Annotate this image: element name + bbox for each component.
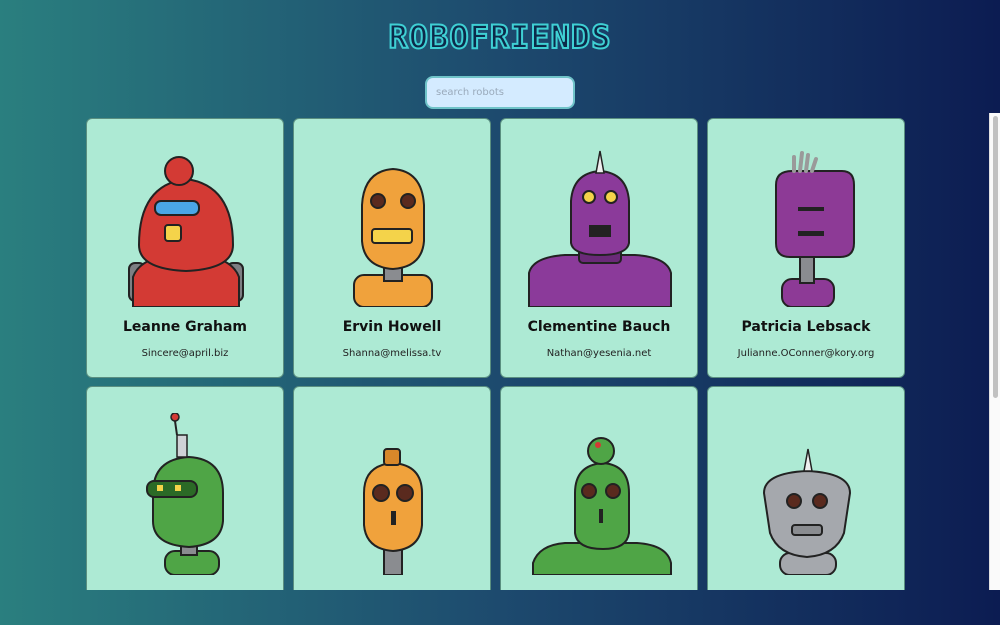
robot-card[interactable] [500, 386, 698, 590]
robot-avatar [146, 413, 224, 575]
robot-name: Leanne Graham [122, 319, 247, 335]
robot-card[interactable]: Patricia Lebsack Julianne.OConner@kory.o… [707, 118, 905, 378]
robot-card[interactable] [86, 386, 284, 590]
robot-email: Shanna@melissa.tv [342, 348, 442, 359]
robot-email: Sincere@april.biz [141, 348, 229, 359]
robot-email: Nathan@yesenia.net [546, 348, 652, 359]
robot-name: Ervin Howell [342, 319, 442, 335]
robot-card[interactable]: Leanne Graham Sincere@april.biz [86, 118, 284, 378]
robot-email: Julianne.OConner@kory.org [737, 348, 875, 359]
scrollbar[interactable] [989, 113, 1000, 590]
search-input[interactable] [425, 76, 575, 109]
robot-name: Clementine Bauch [527, 319, 671, 335]
robot-card[interactable]: Ervin Howell Shanna@melissa.tv [293, 118, 491, 378]
scrollbar-thumb[interactable] [993, 116, 998, 398]
robot-avatar [775, 151, 855, 307]
robot-avatar [528, 150, 672, 307]
robot-avatar [128, 156, 244, 307]
robot-card[interactable]: Clementine Bauch Nathan@yesenia.net [500, 118, 698, 378]
app-title: ROBOFRIENDS [388, 17, 612, 57]
robot-name: Patricia Lebsack [741, 319, 871, 335]
robot-avatar [353, 167, 433, 307]
robot-avatar [532, 437, 672, 575]
robot-card[interactable] [293, 386, 491, 590]
robot-avatar [762, 448, 852, 575]
robot-card[interactable] [707, 386, 905, 590]
robot-card-list: Leanne Graham Sincere@april.biz Ervin Ho… [86, 118, 916, 590]
robot-avatar [363, 448, 423, 575]
